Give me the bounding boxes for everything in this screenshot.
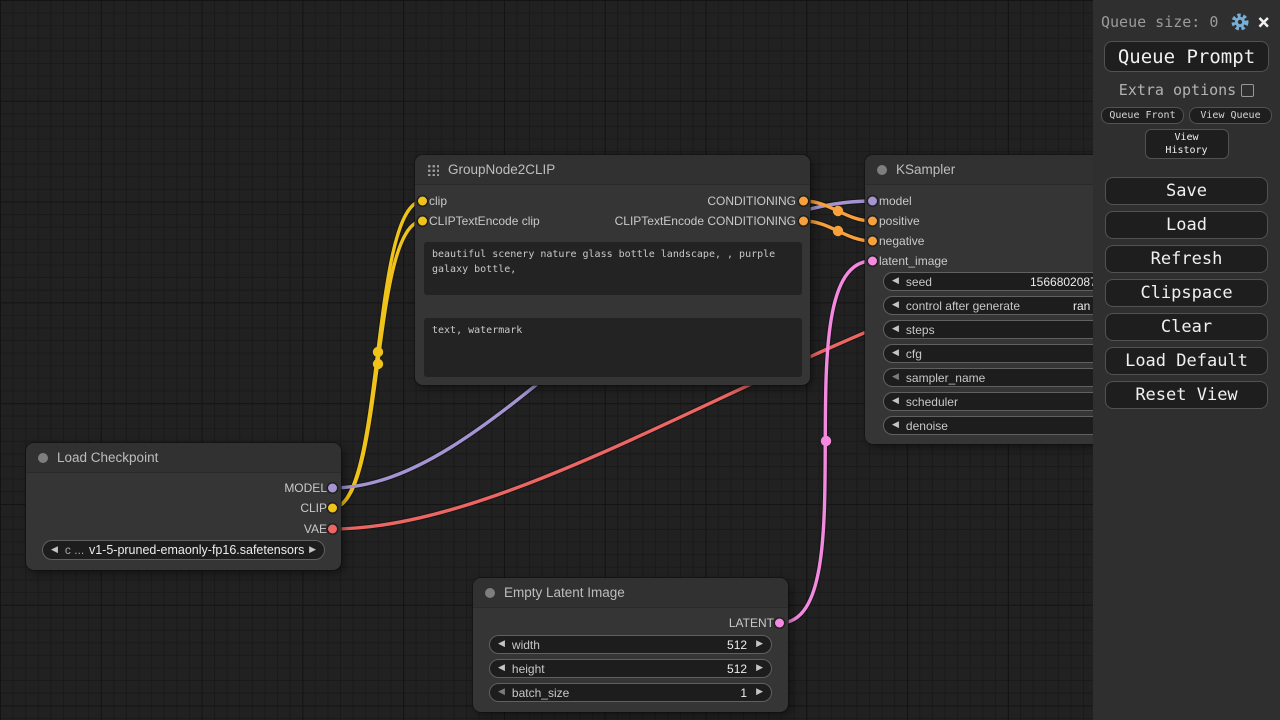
increment-icon[interactable]: ▶ (756, 688, 763, 697)
port-label: CONDITIONING (707, 194, 796, 208)
port-label: latent_image (879, 254, 948, 268)
port-label: CLIP (300, 501, 327, 515)
comfyui-app: GroupNode2CLIP clip CLIPTextEncode clip … (0, 0, 1280, 720)
extra-options-label: Extra options (1119, 81, 1236, 99)
node-title: Load Checkpoint (57, 450, 158, 465)
port-label: LATENT (729, 616, 774, 630)
output-port-clip[interactable] (328, 504, 337, 513)
decrement-icon[interactable]: ◀ (892, 397, 899, 406)
input-port-model[interactable] (868, 197, 877, 206)
decrement-icon[interactable]: ◀ (498, 640, 505, 649)
load-button[interactable]: Load (1105, 211, 1268, 239)
view-history-button[interactable]: View History (1145, 129, 1229, 159)
input-port-latent-image[interactable] (868, 257, 877, 266)
port-label: clip (429, 194, 447, 208)
widget-height[interactable]: ◀ height 512 ▶ (489, 659, 772, 678)
decrement-icon[interactable]: ◀ (892, 325, 899, 334)
collapse-dot-icon[interactable] (877, 165, 887, 175)
node-load-checkpoint-header[interactable]: Load Checkpoint (26, 443, 341, 473)
output-port-cliptextencode-conditioning[interactable] (799, 217, 808, 226)
port-label: CLIPTextEncode CONDITIONING (615, 214, 796, 228)
queue-prompt-button[interactable]: Queue Prompt (1104, 41, 1269, 72)
output-port-vae[interactable] (328, 525, 337, 534)
port-label: VAE (304, 522, 327, 536)
link-dot (373, 359, 383, 369)
increment-icon[interactable]: ▶ (756, 640, 763, 649)
collapse-dot-icon[interactable] (485, 588, 495, 598)
node-empty-latent-image[interactable]: Empty Latent Image LATENT ◀ width 512 ▶ … (473, 578, 788, 712)
widget-ckpt-name[interactable]: ◀ c ... v1-5-pruned-emaonly-fp16.safeten… (42, 540, 325, 560)
collapse-dot-icon[interactable] (38, 453, 48, 463)
output-port-conditioning[interactable] (799, 197, 808, 206)
decrement-icon[interactable]: ◀ (892, 301, 899, 310)
clipspace-button[interactable]: Clipspace (1105, 279, 1268, 307)
prev-option-icon[interactable]: ◀ (51, 546, 58, 555)
decrement-icon[interactable]: ◀ (892, 349, 899, 358)
node-empty-latent-header[interactable]: Empty Latent Image (473, 578, 788, 608)
link-dot (833, 206, 843, 216)
clear-button[interactable]: Clear (1105, 313, 1268, 341)
decrement-icon[interactable]: ◀ (892, 373, 899, 382)
port-label: MODEL (284, 481, 327, 495)
link-dot (821, 436, 831, 446)
node-groupnode2clip-header[interactable]: GroupNode2CLIP (415, 155, 810, 185)
decrement-icon[interactable]: ◀ (498, 664, 505, 673)
group-grid-icon (427, 164, 439, 176)
port-label: CLIPTextEncode clip (429, 214, 540, 228)
queue-front-button[interactable]: Queue Front (1101, 107, 1184, 124)
negative-prompt-textarea[interactable]: text, watermark (424, 318, 802, 377)
widget-batch-size[interactable]: ◀ batch_size 1 ▶ (489, 683, 772, 702)
input-port-clip[interactable] (418, 197, 427, 206)
next-option-icon[interactable]: ▶ (309, 546, 316, 555)
queue-size-label: Queue size: 0 (1101, 13, 1223, 31)
input-port-cliptextencode-clip[interactable] (418, 217, 427, 226)
output-port-model[interactable] (328, 484, 337, 493)
node-load-checkpoint[interactable]: Load Checkpoint MODEL CLIP VAE ◀ c ... v… (26, 443, 341, 570)
node-title: GroupNode2CLIP (448, 162, 555, 177)
increment-icon[interactable]: ▶ (756, 664, 763, 673)
decrement-icon[interactable]: ◀ (892, 421, 899, 430)
save-button[interactable]: Save (1105, 177, 1268, 205)
view-queue-button[interactable]: View Queue (1189, 107, 1272, 124)
output-port-latent[interactable] (775, 619, 784, 628)
node-canvas[interactable]: GroupNode2CLIP clip CLIPTextEncode clip … (0, 0, 1280, 720)
comfy-menu: Queue size: 0 × Queue Prompt Extra optio… (1093, 0, 1280, 720)
reset-view-button[interactable]: Reset View (1105, 381, 1268, 409)
settings-gear-icon[interactable] (1230, 12, 1250, 32)
input-port-negative[interactable] (868, 237, 877, 246)
link-dot (373, 347, 383, 357)
input-port-positive[interactable] (868, 217, 877, 226)
decrement-icon[interactable]: ◀ (892, 277, 899, 286)
node-groupnode2clip[interactable]: GroupNode2CLIP clip CLIPTextEncode clip … (415, 155, 810, 385)
node-title: Empty Latent Image (504, 585, 625, 600)
link-dot (833, 226, 843, 236)
port-label: negative (879, 234, 924, 248)
positive-prompt-textarea[interactable]: beautiful scenery nature glass bottle la… (424, 242, 802, 295)
node-title: KSampler (896, 162, 955, 177)
load-default-button[interactable]: Load Default (1105, 347, 1268, 375)
refresh-button[interactable]: Refresh (1105, 245, 1268, 273)
port-label: positive (879, 214, 920, 228)
close-icon[interactable]: × (1257, 14, 1270, 30)
widget-width[interactable]: ◀ width 512 ▶ (489, 635, 772, 654)
port-label: model (879, 194, 912, 208)
decrement-icon[interactable]: ◀ (498, 688, 505, 697)
extra-options-checkbox[interactable] (1241, 84, 1254, 97)
